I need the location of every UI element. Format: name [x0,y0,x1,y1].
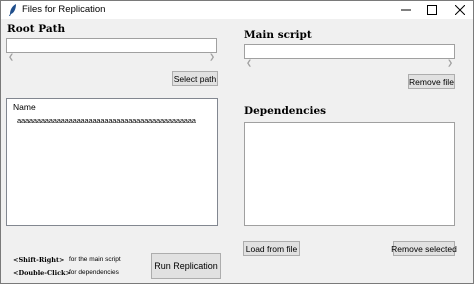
double-click-desc: for dependencies [69,269,119,276]
dependencies-heading: Dependencies [244,105,327,117]
close-button[interactable] [447,1,473,19]
feather-icon [8,4,18,16]
scroll-left-icon[interactable]: ❮ [6,53,16,63]
select-path-button[interactable]: Select path [172,71,218,86]
main-script-heading: Main script [244,29,312,41]
root-path-scrollbar[interactable]: ❮ ❯ [6,53,217,63]
tree-column-name[interactable]: Name [13,102,36,112]
maximize-button[interactable] [419,1,445,19]
remove-selected-button[interactable]: Remove selected [391,241,457,256]
maximize-icon [427,5,437,15]
main-script-scrollbar[interactable]: ❮ ❯ [244,59,455,69]
scroll-right-icon[interactable]: ❯ [445,59,455,69]
load-from-file-button[interactable]: Load from file [243,241,300,256]
shift-right-desc: for the main script [69,256,121,263]
remove-file-button[interactable]: Remove file [408,74,455,89]
app-window: Files for Replication Root Path ❮ ❯ Sele… [0,0,474,284]
scroll-right-icon[interactable]: ❯ [207,53,217,63]
double-click-key: <Double-Click> [13,269,72,277]
minimize-icon [401,9,411,11]
file-tree[interactable]: Name aaaaaaaaaaaaaaaaaaaaaaaaaaaaaaaaaaa… [6,98,218,226]
dependencies-list[interactable] [244,122,455,226]
run-replication-button[interactable]: Run Replication [151,253,221,279]
main-script-input[interactable] [244,44,455,59]
root-path-input[interactable] [6,38,217,53]
shift-right-key: <Shift-Right> [13,256,65,264]
window-title: Files for Replication [22,4,106,15]
title-bar[interactable]: Files for Replication [1,1,473,19]
scroll-left-icon[interactable]: ❮ [244,59,254,69]
close-icon [455,5,465,15]
tree-row[interactable]: aaaaaaaaaaaaaaaaaaaaaaaaaaaaaaaaaaaaaaaa… [17,116,217,125]
minimize-button[interactable] [393,1,419,19]
root-path-heading: Root Path [7,23,66,35]
